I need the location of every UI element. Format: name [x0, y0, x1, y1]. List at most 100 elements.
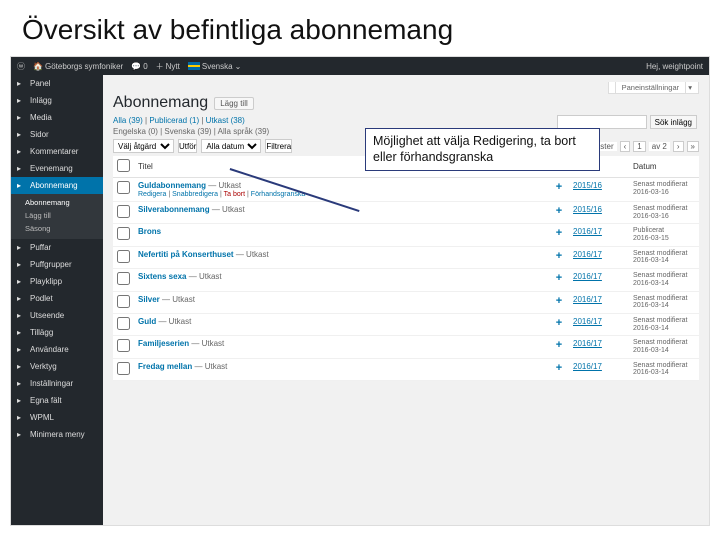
- action-preview[interactable]: Förhandsgranska: [251, 191, 305, 198]
- table-row: Silverabonnemang — Utkast+2015/16Senast …: [113, 202, 699, 224]
- date-filter[interactable]: Alla datum: [201, 139, 261, 153]
- menu-installningar[interactable]: ▸Inställningar: [11, 375, 103, 392]
- menu-abonnemang[interactable]: ▸Abonnemang: [11, 177, 103, 194]
- page-current: 1: [633, 141, 645, 152]
- add-translation-icon[interactable]: +: [556, 205, 562, 217]
- page-last[interactable]: »: [687, 141, 699, 152]
- post-title-link[interactable]: Guldabonnemang: [138, 181, 206, 190]
- menu-minimera[interactable]: ▸Minimera meny: [11, 426, 103, 443]
- post-title-link[interactable]: Silver: [138, 295, 160, 304]
- add-translation-icon[interactable]: +: [556, 317, 562, 329]
- menu-puffgrupper[interactable]: ▸Puffgrupper: [11, 256, 103, 273]
- search-box: Sök inlägg: [557, 115, 697, 129]
- filter-published[interactable]: Publicerad (1): [149, 116, 199, 125]
- filter-button[interactable]: Filtrera: [265, 139, 292, 153]
- add-translation-icon[interactable]: +: [556, 250, 562, 262]
- submenu-item[interactable]: Lägg till: [25, 209, 103, 222]
- season-link[interactable]: 2016/17: [573, 362, 602, 371]
- season-link[interactable]: 2015/16: [573, 181, 602, 190]
- post-title-link[interactable]: Nefertiti på Konserthuset: [138, 250, 234, 259]
- season-link[interactable]: 2016/17: [573, 227, 602, 236]
- action-trash[interactable]: Ta bort: [224, 191, 245, 198]
- playklipp-icon: ▸: [17, 277, 26, 286]
- menu-puffar[interactable]: ▸Puffar: [11, 239, 103, 256]
- season-link[interactable]: 2016/17: [573, 250, 602, 259]
- search-input[interactable]: [557, 115, 647, 129]
- post-title-link[interactable]: Brons: [138, 227, 161, 236]
- season-link[interactable]: 2016/17: [573, 339, 602, 348]
- add-translation-icon[interactable]: +: [556, 227, 562, 239]
- row-checkbox[interactable]: [117, 205, 130, 218]
- menu-verktyg[interactable]: ▸Verktyg: [11, 358, 103, 375]
- screen-options[interactable]: Paneinställningar ▾: [113, 83, 699, 92]
- menu-anvandare[interactable]: ▸Användare: [11, 341, 103, 358]
- row-checkbox[interactable]: [117, 181, 130, 194]
- action-quickedit[interactable]: Snabbredigera: [172, 191, 218, 198]
- action-edit[interactable]: Redigera: [138, 191, 166, 198]
- season-link[interactable]: 2015/16: [573, 205, 602, 214]
- add-translation-icon[interactable]: +: [556, 362, 562, 374]
- post-title-link[interactable]: Silverabonnemang: [138, 205, 210, 214]
- filter-all[interactable]: Alla (39): [113, 116, 143, 125]
- new-content[interactable]: ＋ Nytt: [156, 61, 180, 72]
- page-next[interactable]: ›: [673, 141, 684, 152]
- season-link[interactable]: 2016/17: [573, 295, 602, 304]
- wp-logo-icon[interactable]: ⓦ: [17, 61, 25, 72]
- date-cell: Senast modifierat2016-03-14: [633, 272, 695, 287]
- season-link[interactable]: 2016/17: [573, 272, 602, 281]
- row-checkbox[interactable]: [117, 227, 130, 240]
- menu-podlet[interactable]: ▸Podlet: [11, 290, 103, 307]
- select-all[interactable]: [117, 159, 130, 172]
- menu-inlagg[interactable]: ▸Inlägg: [11, 92, 103, 109]
- menu-wpml[interactable]: ▸WPML: [11, 409, 103, 426]
- row-checkbox[interactable]: [117, 250, 130, 263]
- season-link[interactable]: 2016/17: [573, 317, 602, 326]
- account-greeting[interactable]: Hej, weightpoint: [646, 62, 703, 71]
- add-translation-icon[interactable]: +: [556, 272, 562, 284]
- wpml-icon: ▸: [17, 413, 26, 422]
- submenu-item[interactable]: Säsong: [25, 222, 103, 235]
- menu-sidor[interactable]: ▸Sidor: [11, 126, 103, 143]
- row-checkbox[interactable]: [117, 362, 130, 375]
- menu-kommentarer[interactable]: ▸Kommentarer: [11, 143, 103, 160]
- row-actions: Redigera | Snabbredigera | Ta bort | För…: [138, 191, 545, 198]
- menu-panel[interactable]: ▸Panel: [11, 75, 103, 92]
- menu-playklipp[interactable]: ▸Playklipp: [11, 273, 103, 290]
- add-new-button[interactable]: Lägg till: [214, 97, 254, 110]
- filter-draft[interactable]: Utkast (38): [206, 116, 245, 125]
- add-translation-icon[interactable]: +: [556, 295, 562, 307]
- language-switch[interactable]: Svenska ⌄: [188, 62, 241, 71]
- page-prev[interactable]: ‹: [620, 141, 631, 152]
- submenu-item[interactable]: Abonnemang: [25, 196, 103, 209]
- post-title-link[interactable]: Guld: [138, 317, 156, 326]
- add-translation-icon[interactable]: +: [556, 339, 562, 351]
- search-submit[interactable]: Sök inlägg: [650, 115, 697, 129]
- row-checkbox[interactable]: [117, 317, 130, 330]
- menu-evenemang[interactable]: ▸Evenemang: [11, 160, 103, 177]
- row-checkbox[interactable]: [117, 295, 130, 308]
- add-translation-icon[interactable]: +: [556, 181, 562, 193]
- comments-count[interactable]: 💬 0: [131, 62, 147, 71]
- bulk-action-select[interactable]: Välj åtgärd: [113, 139, 174, 153]
- menu-utseende[interactable]: ▸Utseende: [11, 307, 103, 324]
- bulk-apply[interactable]: Utför: [178, 139, 197, 153]
- table-row: Silver — Utkast+2016/17Senast modifierat…: [113, 291, 699, 313]
- egnafalt-icon: ▸: [17, 396, 26, 405]
- menu-tillagg[interactable]: ▸Tillägg: [11, 324, 103, 341]
- wordpress-admin: ⓦ 🏠 Göteborgs symfoniker 💬 0 ＋ Nytt Sven…: [10, 56, 710, 526]
- col-date[interactable]: Datum: [629, 156, 699, 178]
- post-title-link[interactable]: Sixtens sexa: [138, 272, 186, 281]
- menu-media[interactable]: ▸Media: [11, 109, 103, 126]
- date-cell: Senast modifierat2016-03-14: [633, 295, 695, 310]
- tillagg-icon: ▸: [17, 328, 26, 337]
- row-checkbox[interactable]: [117, 272, 130, 285]
- post-title-link[interactable]: Fredag mellan: [138, 362, 192, 371]
- podlet-icon: ▸: [17, 294, 26, 303]
- site-name[interactable]: 🏠 Göteborgs symfoniker: [33, 62, 123, 71]
- table-row: Guldabonnemang — UtkastRedigera | Snabbr…: [113, 178, 699, 202]
- table-row: Brons+2016/17Publicerat2016-03-15: [113, 224, 699, 246]
- post-title-link[interactable]: Familjeserien: [138, 339, 189, 348]
- menu-egnafalt[interactable]: ▸Egna fält: [11, 392, 103, 409]
- table-row: Guld — Utkast+2016/17Senast modifierat20…: [113, 313, 699, 335]
- row-checkbox[interactable]: [117, 339, 130, 352]
